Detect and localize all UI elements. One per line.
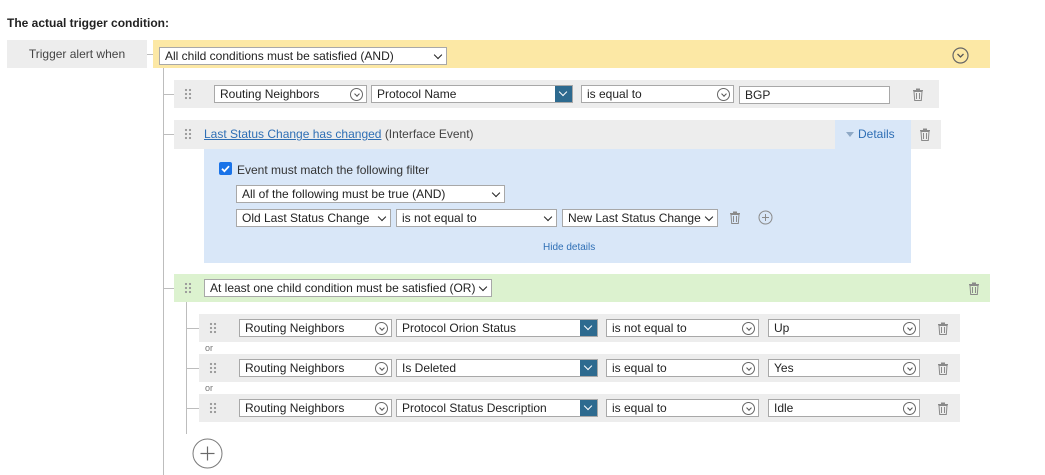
tree-branch: [163, 134, 174, 135]
or-separator: or: [205, 343, 214, 353]
trash-icon[interactable]: [937, 402, 949, 415]
details-toggle[interactable]: Details: [846, 127, 895, 141]
trash-icon[interactable]: [919, 128, 931, 141]
chevron-down-circle-icon[interactable]: [952, 47, 969, 64]
or-separator: or: [205, 383, 214, 393]
or-group-mode-select[interactable]: At least one child condition must be sat…: [204, 279, 492, 297]
event-type: (Interface Event): [384, 127, 474, 141]
drag-handle-icon[interactable]: [184, 128, 192, 140]
value-input[interactable]: BGP: [739, 86, 890, 104]
field-select[interactable]: Protocol Status Description: [396, 399, 598, 417]
chevron-down-icon: [580, 400, 597, 416]
chevron-down-circle-icon: [903, 322, 916, 335]
page-title: The actual trigger condition:: [7, 16, 170, 30]
caret-down-icon: [846, 132, 854, 137]
chevron-down-circle-icon: [742, 322, 755, 335]
value-select[interactable]: Up: [768, 319, 920, 337]
drag-handle-icon[interactable]: [184, 88, 192, 100]
trash-icon[interactable]: [968, 282, 980, 295]
object-select[interactable]: Routing Neighbors: [214, 85, 367, 103]
field-select[interactable]: Protocol Orion Status: [396, 319, 598, 337]
chevron-down-icon: [555, 86, 572, 102]
value-select[interactable]: Yes: [768, 359, 920, 377]
chevron-down-circle-icon: [742, 362, 755, 375]
tree-branch: [163, 288, 174, 289]
drag-handle-icon[interactable]: [209, 402, 217, 414]
hide-details-link[interactable]: Hide details: [543, 242, 595, 253]
tree-branch: [186, 368, 199, 369]
operator-select[interactable]: is equal to: [606, 359, 759, 377]
add-condition-button[interactable]: [192, 438, 223, 469]
object-select[interactable]: Routing Neighbors: [239, 399, 392, 417]
object-select[interactable]: Routing Neighbors: [239, 319, 392, 337]
event-title: Last Status Change has changed (Interfac…: [204, 127, 474, 141]
object-select[interactable]: Routing Neighbors: [239, 359, 392, 377]
operator-select[interactable]: is equal to: [606, 399, 759, 417]
chevron-down-icon: [580, 360, 597, 376]
filter-checkbox-label: Event must match the following filter: [237, 163, 430, 177]
chevron-down-icon: [580, 320, 597, 336]
filter-mode-select[interactable]: All of the following must be true (AND): [236, 185, 505, 203]
chevron-down-circle-icon: [903, 402, 916, 415]
filter-operator-select[interactable]: is not equal to: [396, 209, 557, 227]
trash-icon[interactable]: [729, 211, 741, 224]
trash-icon[interactable]: [912, 88, 924, 101]
chevron-down-circle-icon: [350, 88, 363, 101]
drag-handle-icon[interactable]: [209, 322, 217, 334]
chevron-down-circle-icon: [742, 402, 755, 415]
tree-branch: [186, 408, 199, 409]
filter-value-select[interactable]: New Last Status Change: [562, 209, 718, 227]
tree-branch: [186, 328, 199, 329]
drag-handle-icon[interactable]: [184, 282, 192, 294]
trash-icon[interactable]: [937, 362, 949, 375]
tree-branch: [163, 94, 174, 95]
chevron-down-circle-icon: [375, 322, 388, 335]
field-select[interactable]: Is Deleted: [396, 359, 598, 377]
details-label: Details: [858, 127, 895, 141]
trash-icon[interactable]: [937, 322, 949, 335]
chevron-down-circle-icon: [903, 362, 916, 375]
plus-circle-icon: [192, 438, 223, 469]
value-select[interactable]: Idle: [768, 399, 920, 417]
event-link[interactable]: Last Status Change has changed: [204, 127, 381, 141]
chevron-down-circle-icon: [717, 88, 730, 101]
chevron-down-circle-icon: [375, 402, 388, 415]
filter-checkbox[interactable]: [219, 162, 232, 175]
filter-field-select[interactable]: Old Last Status Change: [236, 209, 391, 227]
plus-circle-icon[interactable]: [758, 210, 773, 225]
drag-handle-icon[interactable]: [209, 362, 217, 374]
field-select[interactable]: Protocol Name: [371, 85, 573, 103]
root-group-mode-select[interactable]: All child conditions must be satisfied (…: [159, 47, 447, 65]
operator-select[interactable]: is equal to: [581, 85, 734, 103]
trigger-alert-label: Trigger alert when: [7, 40, 147, 68]
chevron-down-circle-icon: [375, 362, 388, 375]
tree-line-root: [163, 68, 164, 475]
operator-select[interactable]: is not equal to: [606, 319, 759, 337]
